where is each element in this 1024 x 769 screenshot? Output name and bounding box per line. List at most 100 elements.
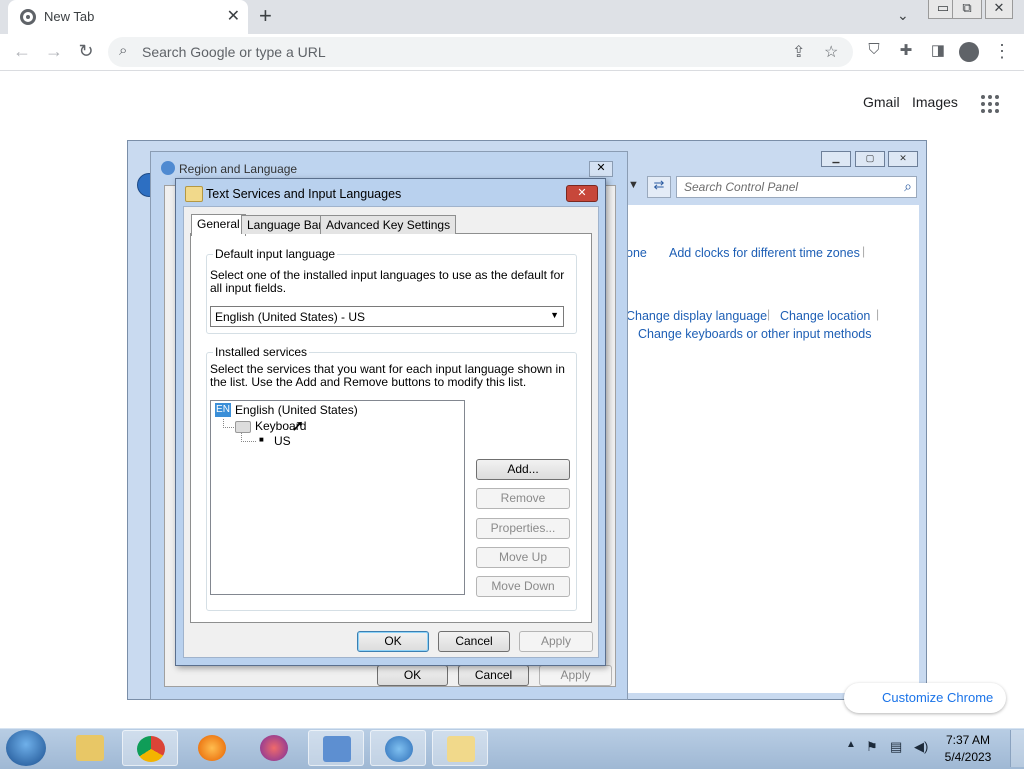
address-dropdown-icon[interactable]: ▼ (628, 179, 639, 191)
selected-language: English (United States) - US (215, 310, 366, 324)
bookmark-star-icon[interactable]: ☆ (824, 42, 838, 62)
app-icon (260, 735, 288, 761)
tab-language-bar[interactable]: Language Bar (241, 215, 329, 234)
rl-apply-button[interactable]: Apply (539, 665, 612, 686)
ok-button[interactable]: OK (357, 631, 429, 652)
keyboard-icon (185, 186, 203, 202)
taskbar-thunderbird[interactable] (246, 730, 302, 766)
taskbar-control-panel[interactable] (308, 730, 364, 766)
taskbar-clock[interactable]: 7:37 AM 5/4/2023 (938, 732, 998, 766)
default-language-select[interactable]: English (United States) - US ▼ (210, 306, 564, 327)
taskbar-explorer[interactable] (62, 730, 118, 766)
taskbar-text-services[interactable] (432, 730, 488, 766)
cancel-button[interactable]: Cancel (438, 631, 510, 652)
link-change-keyboards[interactable]: Change keyboards or other input methods (638, 327, 871, 341)
show-desktop-button[interactable] (1010, 730, 1024, 767)
extensions-puzzle-icon[interactable]: ✚ (894, 41, 918, 59)
images-link[interactable]: Images (912, 94, 958, 110)
gmail-link[interactable]: Gmail (863, 94, 900, 110)
link-separator: | (876, 307, 880, 321)
bullet-icon: ■ (259, 435, 264, 444)
tab-close-icon[interactable]: ✕ (227, 6, 240, 26)
tab-new-tab[interactable]: New Tab ✕ (8, 0, 248, 34)
tree-language[interactable]: English (United States) (235, 403, 358, 417)
group-caption: Default input language (213, 247, 338, 261)
customize-label: Customize Chrome (882, 690, 994, 705)
link-change-display-language[interactable]: Change display language (626, 309, 767, 323)
volume-icon[interactable]: ◀) (914, 739, 928, 755)
group-caption: Installed services (213, 345, 310, 359)
link-separator: | (767, 307, 771, 321)
properties-button[interactable]: Properties... (476, 518, 570, 539)
tab-general[interactable]: General (191, 214, 246, 236)
search-icon: ⌕ (119, 42, 128, 59)
link-add-clocks[interactable]: Add clocks for different time zones (669, 246, 860, 260)
rl-close-icon[interactable]: ✕ (589, 161, 613, 177)
installed-services-description: Select the services that you want for ea… (210, 362, 565, 389)
taskbar-chrome[interactable] (122, 730, 178, 766)
move-up-button[interactable]: Move Up (476, 547, 570, 568)
cp-maximize-icon[interactable]: ▢ (855, 151, 885, 167)
profile-avatar-icon[interactable] (959, 42, 979, 62)
tree-keyboard-us[interactable]: US (274, 434, 291, 448)
link-time-zone[interactable]: one (626, 246, 647, 260)
action-center-flag-icon[interactable]: ⚑ (866, 739, 878, 755)
tree-line (223, 419, 234, 428)
move-down-button[interactable]: Move Down (476, 576, 570, 597)
remove-button[interactable]: Remove (476, 488, 570, 509)
new-tab-button[interactable]: + (259, 3, 272, 29)
control-panel-content: one Add clocks for different time zones … (626, 205, 919, 693)
tab-search-chevron-icon[interactable]: ⌄ (897, 7, 909, 24)
restore-icon[interactable]: ⧉ (952, 0, 982, 19)
firefox-icon (198, 735, 226, 761)
start-orb-icon[interactable] (6, 730, 46, 766)
installed-services-tree[interactable]: EN English (United States) Keyboard ■ US (210, 400, 465, 595)
extension-shield-icon[interactable]: ⛉ (862, 41, 886, 58)
tree-line (241, 433, 256, 442)
link-change-location[interactable]: Change location (780, 309, 870, 323)
close-window-icon[interactable]: ✕ (985, 0, 1013, 19)
add-button[interactable]: Add... (476, 459, 570, 480)
clock-date: 5/4/2023 (944, 750, 992, 764)
dialog-close-icon[interactable]: ✕ (566, 185, 598, 202)
link-separator: | (862, 244, 866, 258)
show-hidden-icons[interactable]: ▲ (846, 739, 856, 750)
folder-icon (76, 735, 104, 761)
taskbar-firefox[interactable] (184, 730, 240, 766)
control-panel-icon (323, 736, 351, 762)
network-icon[interactable]: ▤ (890, 739, 902, 755)
reload-icon[interactable]: ↻ (74, 41, 98, 62)
chrome-icon (20, 9, 36, 25)
region-language-title: Region and Language (179, 162, 298, 176)
taskbar-region-language[interactable] (370, 730, 426, 766)
address-placeholder: Search Google or type a URL (142, 44, 326, 60)
rl-cancel-button[interactable]: Cancel (458, 665, 529, 686)
back-icon[interactable]: ← (10, 41, 34, 62)
default-input-description: Select one of the installed input langua… (210, 268, 565, 295)
forward-icon[interactable]: → (42, 41, 66, 62)
apply-button[interactable]: Apply (519, 631, 593, 652)
address-bar[interactable]: ⌕ Search Google or type a URL ⇪ ☆ (108, 37, 853, 67)
language-badge: EN (215, 403, 231, 417)
dialog-title: Text Services and Input Languages (206, 187, 402, 201)
google-apps-icon[interactable] (981, 95, 999, 113)
cp-minimize-icon[interactable]: ▁ (821, 151, 851, 167)
mouse-cursor-icon: ➚ (291, 418, 305, 435)
globe-icon (161, 161, 175, 175)
chrome-icon (137, 736, 165, 762)
control-panel-search[interactable]: Search Control Panel ⌕ (676, 176, 917, 198)
tab-advanced-key-settings[interactable]: Advanced Key Settings (320, 215, 457, 234)
tab-panel-general: Default input language Select one of the… (190, 233, 592, 623)
keyboard-icon (235, 421, 251, 433)
side-panel-icon[interactable]: ◨ (926, 41, 950, 59)
search-placeholder: Search Control Panel (684, 180, 799, 194)
share-icon[interactable]: ⇪ (792, 42, 805, 62)
rl-ok-button[interactable]: OK (377, 665, 448, 686)
refresh-icon[interactable]: ⇄ (647, 176, 671, 198)
dialog-client: Default input language Select one of the… (183, 206, 599, 658)
dropdown-arrow-icon: ▼ (550, 310, 559, 320)
clock-time: 7:37 AM (945, 733, 991, 747)
menu-kebab-icon[interactable]: ⋮ (990, 41, 1014, 62)
customize-chrome-button[interactable]: Customize Chrome (844, 683, 1006, 713)
cp-close-icon[interactable]: ✕ (888, 151, 918, 167)
